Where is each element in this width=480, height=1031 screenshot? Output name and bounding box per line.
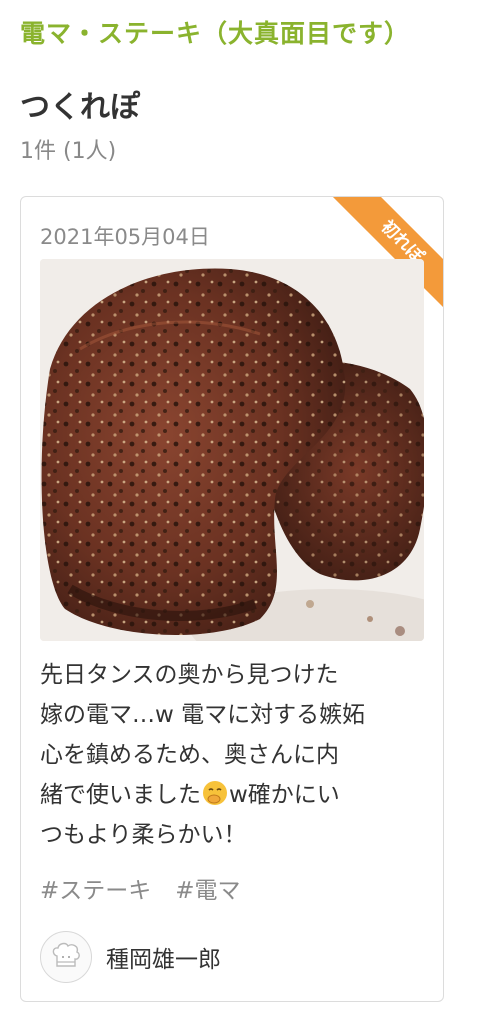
avatar[interactable] bbox=[40, 931, 92, 983]
steak-photo[interactable] bbox=[40, 259, 424, 641]
author-name[interactable]: 種岡雄一郎 bbox=[106, 940, 221, 974]
tag-link[interactable]: #ステーキ bbox=[40, 878, 151, 904]
tsukurepo-heading: つくれぽ bbox=[20, 90, 140, 125]
report-comment: 先日タンスの奥から見つけた 嫁の電マ…w 電マに対する嫉妬 心を鎮めるため、奥さ… bbox=[40, 655, 428, 855]
author[interactable]: 種岡雄一郎 bbox=[40, 931, 221, 983]
comment-line: 嫁の電マ…w 電マに対する嫉妬 bbox=[40, 702, 366, 728]
tsukurepo-card[interactable]: 初れぽ 2021年05月04日 先日タンスの奥から見つけた 嫁の電マ…w 電マに… bbox=[20, 196, 444, 1002]
comment-line: 緒で使いました w確かにい bbox=[40, 775, 428, 815]
comment-text: 緒で使いました bbox=[40, 782, 201, 808]
recipe-title[interactable]: 電マ・ステーキ（大真面目です） bbox=[20, 14, 410, 50]
steak-image bbox=[40, 259, 424, 641]
comment-line: 先日タンスの奥から見つけた bbox=[40, 662, 339, 688]
face-with-hand-over-mouth-icon bbox=[203, 781, 227, 805]
tsukurepo-count: 1件 (1人) bbox=[20, 139, 117, 164]
tag-link[interactable]: #電マ bbox=[175, 878, 240, 904]
comment-text: w確かにい bbox=[229, 782, 340, 808]
comment-line: つもより柔らかい！ bbox=[40, 822, 247, 848]
comment-line: 心を鎮めるため、奥さんに内 bbox=[40, 742, 339, 768]
report-date: 2021年05月04日 bbox=[40, 225, 210, 249]
chef-hat-avatar-icon bbox=[52, 942, 80, 967]
tag-list: #ステーキ #電マ bbox=[40, 871, 265, 905]
